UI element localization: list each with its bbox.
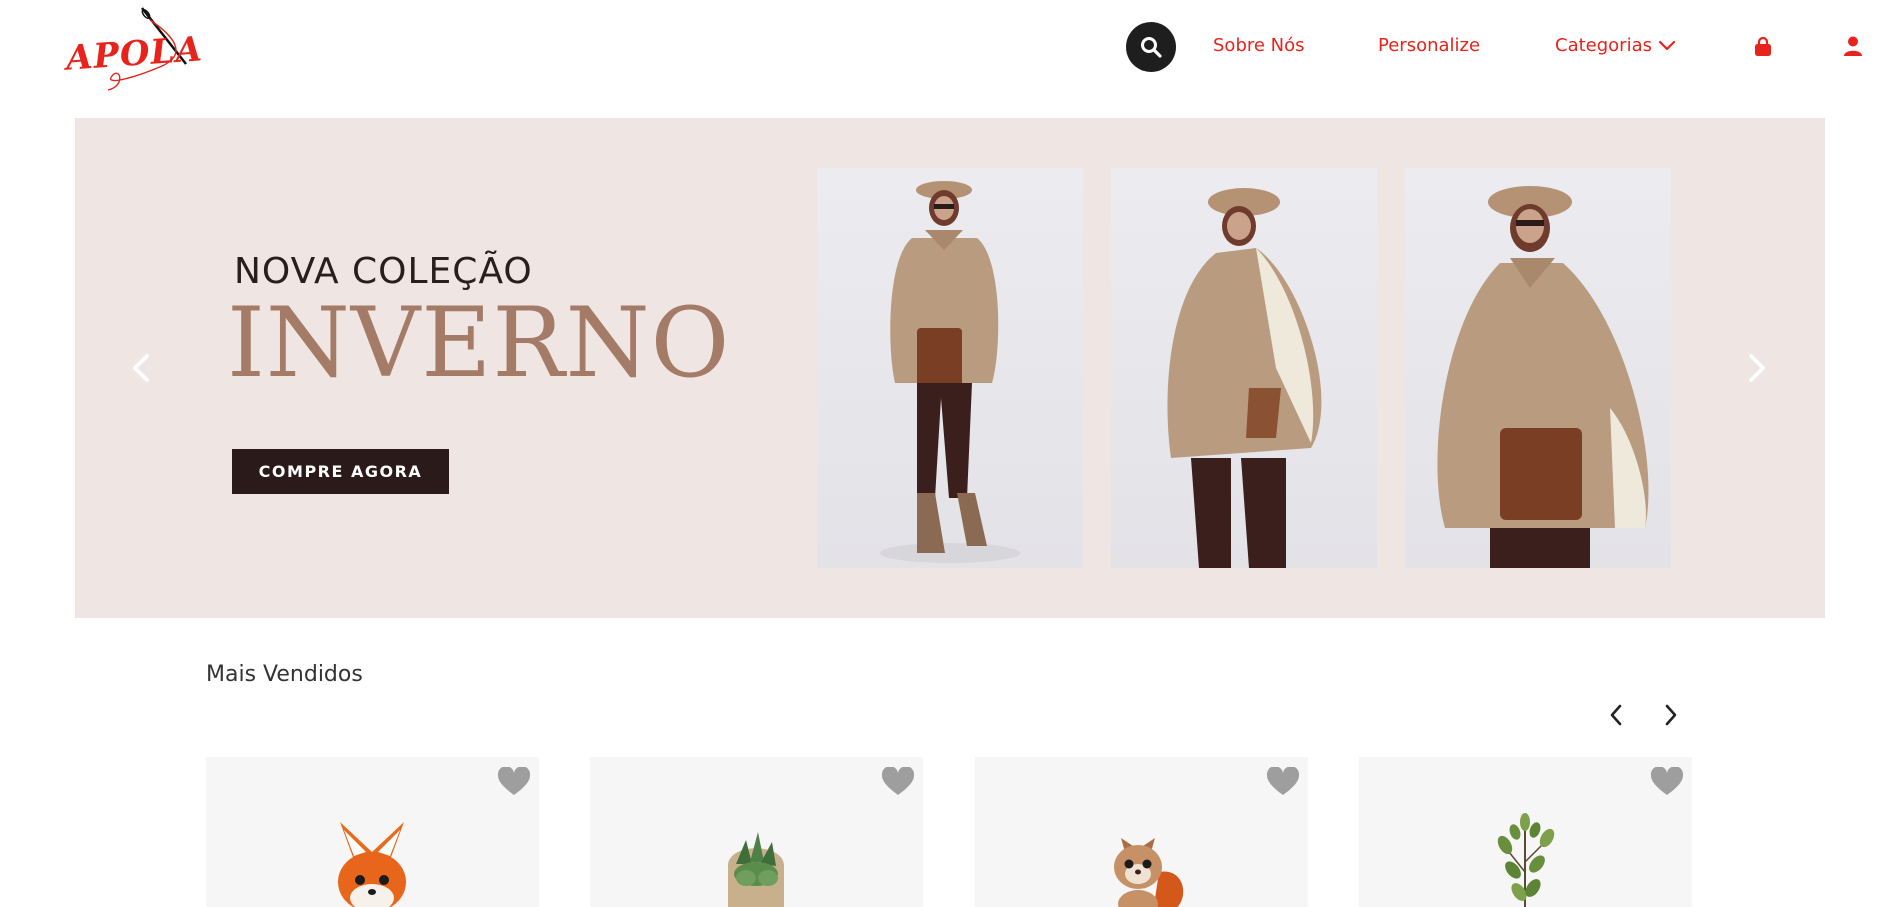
crochet-fox-image bbox=[338, 822, 406, 907]
chevron-left-icon bbox=[1610, 704, 1622, 726]
apola-logo[interactable]: APOLA bbox=[64, 6, 204, 94]
succulent-pot-image bbox=[727, 832, 785, 907]
nav-categories-label: Categorias bbox=[1555, 35, 1652, 56]
nav-link-about[interactable]: Sobre Nós bbox=[1213, 35, 1305, 56]
leafy-plant-image bbox=[1497, 813, 1555, 907]
hero-photo-3 bbox=[1405, 168, 1671, 568]
site-header: APOLA Sobre Nós Personalize Categorias bbox=[0, 0, 1897, 118]
chevron-right-icon bbox=[1665, 704, 1677, 726]
heart-icon[interactable] bbox=[1266, 767, 1300, 797]
product-card[interactable] bbox=[975, 757, 1308, 907]
product-card[interactable] bbox=[590, 757, 923, 907]
hero-next-arrow-icon[interactable] bbox=[1741, 350, 1771, 386]
search-button[interactable] bbox=[1126, 22, 1176, 72]
chevron-down-icon bbox=[1658, 40, 1676, 50]
search-icon bbox=[1141, 37, 1162, 58]
user-icon[interactable] bbox=[1842, 35, 1864, 57]
heart-icon[interactable] bbox=[1650, 767, 1684, 797]
product-card[interactable] bbox=[206, 757, 539, 907]
hero-photo-1 bbox=[817, 168, 1083, 568]
hero-subtitle: NOVA COLEÇÃO bbox=[234, 251, 533, 292]
carousel-next-button[interactable] bbox=[1656, 700, 1686, 730]
shop-now-button[interactable]: COMPRE AGORA bbox=[232, 449, 449, 494]
nav-link-categories[interactable]: Categorias bbox=[1555, 35, 1676, 56]
product-card[interactable] bbox=[1359, 757, 1692, 907]
crochet-squirrel-image bbox=[1114, 838, 1184, 907]
heart-icon[interactable] bbox=[497, 767, 531, 797]
hero-photo-2 bbox=[1111, 168, 1377, 568]
hero-prev-arrow-icon[interactable] bbox=[127, 350, 157, 386]
heart-icon[interactable] bbox=[881, 767, 915, 797]
hero-title: INVERNO bbox=[227, 287, 731, 399]
best-sellers-title: Mais Vendidos bbox=[206, 662, 363, 687]
carousel-prev-button[interactable] bbox=[1601, 700, 1631, 730]
hero-banner: NOVA COLEÇÃO INVERNO COMPRE AGORA bbox=[75, 118, 1825, 618]
shopping-bag-icon[interactable] bbox=[1752, 36, 1774, 58]
nav-link-customize[interactable]: Personalize bbox=[1378, 35, 1480, 56]
